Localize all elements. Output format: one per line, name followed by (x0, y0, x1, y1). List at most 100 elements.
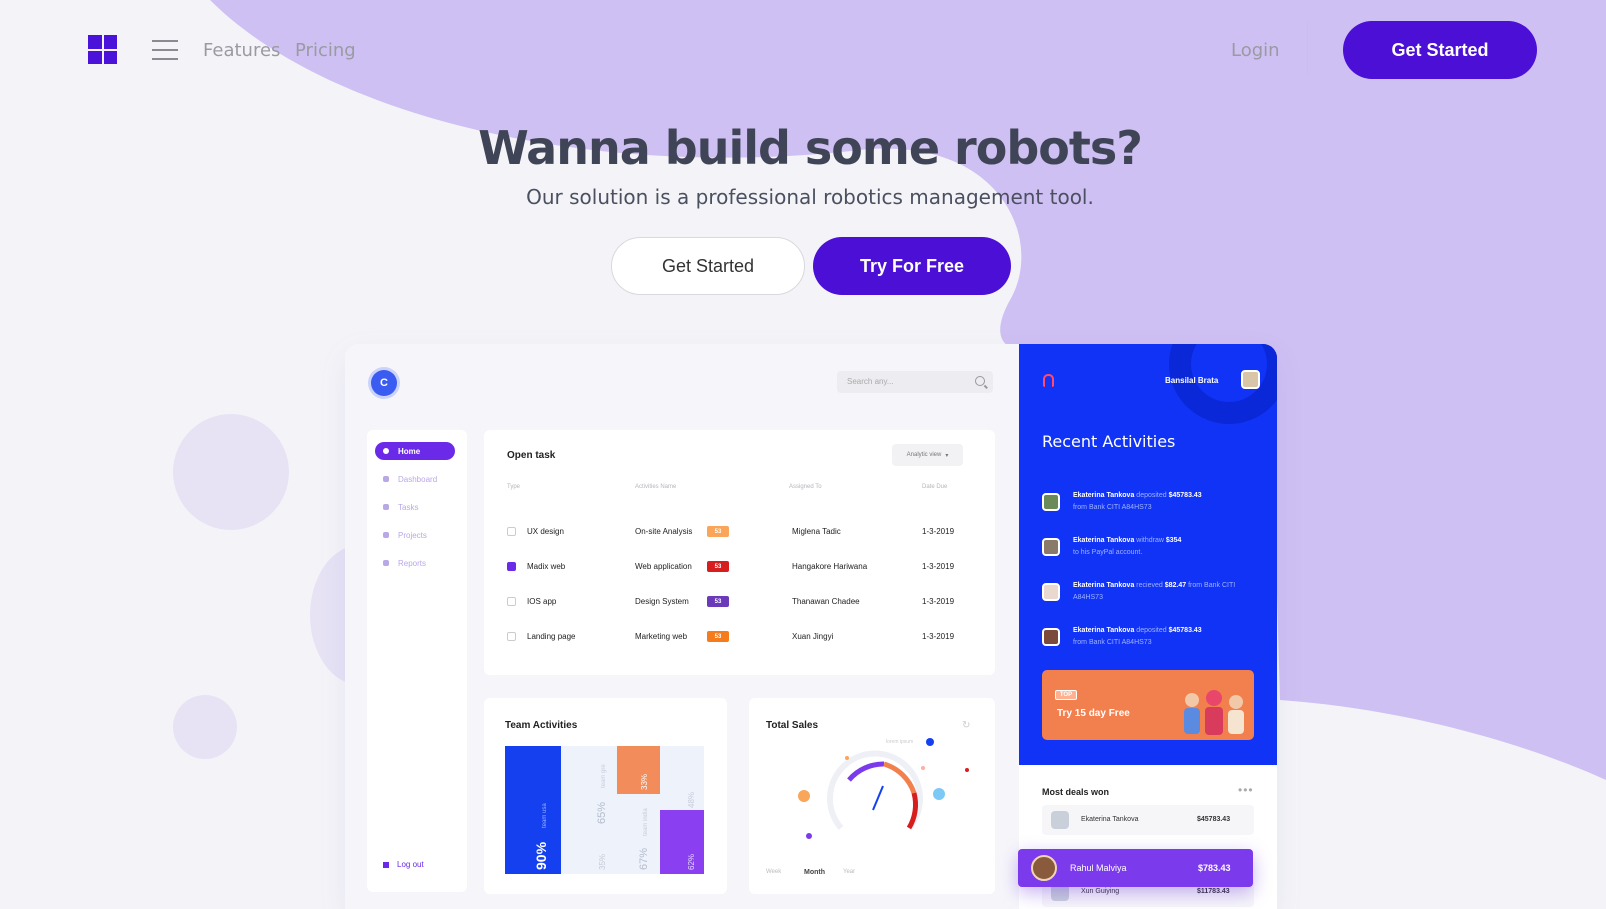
logout-label: Log out (397, 860, 424, 869)
row-activity: Web application (635, 562, 692, 571)
nav-link-pricing[interactable]: Pricing (295, 40, 356, 61)
sidebar-item-projects[interactable]: Projects (375, 526, 455, 544)
app-logo[interactable]: C (371, 370, 397, 396)
dot-red (965, 768, 969, 772)
table-row[interactable]: UX design On-site Analysis 53 Miglena Ta… (484, 522, 995, 542)
hero-subtitle: Our solution is a professional robotics … (526, 185, 1094, 209)
avatar[interactable] (1241, 370, 1260, 389)
avatar (1042, 628, 1060, 646)
row-checkbox[interactable] (507, 597, 516, 606)
dot-cyan (933, 788, 945, 800)
tasks-icon (383, 504, 389, 510)
home-icon (383, 448, 389, 454)
activity-item[interactable]: Ekaterina Tankova recieved $82.47 from B… (1042, 580, 1262, 610)
list-item-highlighted[interactable]: Rahul Malviya $783.43 (1018, 849, 1253, 887)
row-activity: Marketing web (635, 632, 688, 641)
activity-name: Ekaterina Tankova (1073, 537, 1135, 544)
dashboard-preview: C Search any... Home Dashboard Tasks Pro… (345, 344, 1277, 909)
tab-week[interactable]: Week (766, 869, 781, 875)
avatar (1051, 811, 1069, 829)
row-assignee: Miglena Tadic (792, 527, 841, 536)
sales-gauge (798, 738, 969, 839)
dashboard-search-input[interactable]: Search any... (837, 371, 993, 393)
row-activity: Design System (635, 597, 689, 606)
activity-name: Ekaterina Tankova (1073, 627, 1135, 634)
column-header-assigned: Assigned To (789, 484, 822, 490)
promo-tag: TOP (1055, 690, 1077, 700)
bar-label-62: 62% (687, 854, 696, 870)
bell-icon[interactable] (1043, 374, 1054, 387)
deal-name: Xun Guiying (1081, 888, 1120, 895)
deal-value: $783.43 (1198, 863, 1231, 873)
bar-label-48: 48% (687, 792, 696, 808)
bar-light (660, 746, 704, 810)
row-checkbox[interactable] (507, 527, 516, 536)
row-assignee: Xuan Jingyi (792, 632, 834, 641)
free-trial-promo[interactable]: TOP Try 15 day Free (1042, 670, 1254, 740)
more-options-icon[interactable]: ••• (1238, 783, 1254, 797)
user-name: Bansilal Brata (1165, 376, 1219, 385)
activity-name: Ekaterina Tankova (1073, 492, 1135, 499)
dashboard-icon (383, 476, 389, 482)
recent-activities-panel: Bansilal Brata Recent Activities Ekateri… (1019, 344, 1277, 765)
dot-orange-small (845, 756, 849, 760)
sidebar-item-tasks[interactable]: Tasks (375, 498, 455, 516)
table-row[interactable]: IOS app Design System 53 Thanawan Chadee… (484, 592, 995, 612)
tab-year[interactable]: Year (843, 869, 855, 875)
deal-name: Rahul Malviya (1070, 863, 1127, 873)
tab-month[interactable]: Month (804, 869, 825, 876)
activity-action: withdraw (1136, 537, 1164, 544)
promo-text: Try 15 day Free (1057, 708, 1130, 719)
sidebar-item-home[interactable]: Home (375, 442, 455, 460)
analytic-view-select[interactable]: Analytic view ▾ (892, 444, 963, 466)
row-checkbox[interactable] (507, 632, 516, 641)
row-assignee: Thanawan Chadee (792, 597, 860, 606)
dot-orange (798, 790, 810, 802)
search-placeholder: Search any... (847, 377, 894, 386)
row-tag: 53 (707, 631, 729, 642)
row-due: 1-3-2019 (922, 562, 955, 571)
table-row[interactable]: Madix web Web application 53 Hangakore H… (484, 557, 995, 577)
row-tag: 53 (707, 561, 729, 572)
row-checkbox[interactable] (507, 562, 516, 571)
most-deals-title: Most deals won (1042, 787, 1110, 797)
windows-logo-icon[interactable] (88, 35, 117, 64)
activity-text: Ekaterina Tankova deposited $45783.43 fr… (1073, 625, 1263, 649)
sidebar-item-reports[interactable]: Reports (375, 554, 455, 572)
row-type: UX design (527, 527, 564, 536)
bar-label-team-gre: team gre (601, 764, 607, 788)
activity-detail: to his PayPal account. (1073, 549, 1143, 556)
sidebar-item-dashboard[interactable]: Dashboard (375, 470, 455, 488)
activity-detail: from Bank CITI A84HS73 (1073, 504, 1152, 511)
bar-label-team-india: team india (643, 808, 649, 836)
activity-item[interactable]: Ekaterina Tankova deposited $45783.43 fr… (1042, 625, 1262, 655)
activity-action: deposited (1136, 492, 1167, 499)
list-item[interactable]: Ekaterina Tankova $45783.43 (1042, 805, 1254, 835)
row-tag: 53 (707, 526, 729, 537)
activity-item[interactable]: Ekaterina Tankova deposited $45783.43 fr… (1042, 490, 1262, 520)
activity-text: Ekaterina Tankova recieved $82.47 from B… (1073, 580, 1263, 604)
bar-label-65: 65% (596, 802, 608, 824)
hamburger-menu-icon[interactable] (152, 40, 178, 60)
activity-action: recieved (1136, 582, 1163, 589)
nav-link-features[interactable]: Features (203, 40, 280, 61)
hero-get-started-button[interactable]: Get Started (611, 237, 805, 295)
row-type: Landing page (527, 632, 576, 641)
dot-pink (921, 766, 925, 770)
total-sales-card: Total Sales ↻ lorem ipsum Week Month Yea… (749, 698, 995, 894)
nav-get-started-button[interactable]: Get Started (1343, 21, 1537, 79)
gauge-label: lorem ipsum (886, 739, 914, 745)
sidebar-item-label: Reports (398, 558, 427, 568)
top-navbar: Features Pricing Login Get Started (0, 0, 1606, 100)
row-type: Madix web (527, 562, 566, 571)
logout-button[interactable]: Log out (383, 860, 424, 869)
bar-label-33: 33% (640, 774, 649, 790)
hero-try-free-button[interactable]: Try For Free (813, 237, 1011, 295)
nav-link-login[interactable]: Login (1231, 40, 1280, 61)
activity-item[interactable]: Ekaterina Tankova withdraw $354 to his P… (1042, 535, 1262, 565)
row-tag: 53 (707, 596, 729, 607)
team-activities-chart: 90% team usa 65% team gre 35% 33% 67% te… (505, 746, 704, 874)
team-activities-card: Team Activities 90% team usa 65% team gr… (484, 698, 727, 894)
sidebar-item-label: Home (398, 446, 421, 456)
table-row[interactable]: Landing page Marketing web 53 Xuan Jingy… (484, 627, 995, 647)
